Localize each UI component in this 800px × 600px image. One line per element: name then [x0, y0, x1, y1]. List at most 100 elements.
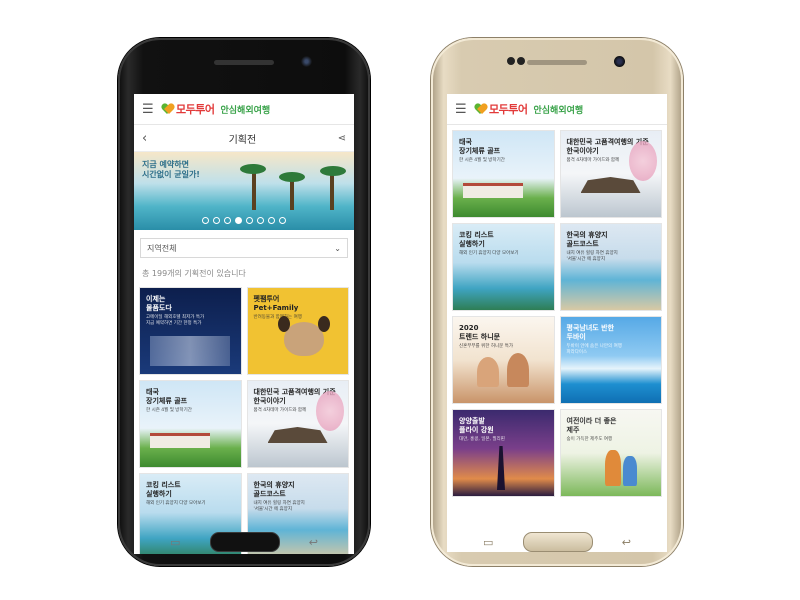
back-nav-icon[interactable]: ↩: [309, 536, 318, 549]
carousel-dot[interactable]: [224, 217, 231, 224]
card-subtitle: 품격 4차테마 가이드와 함께: [566, 158, 620, 163]
card-subtitle: 품격 4차테마 가이드와 함께: [253, 408, 307, 413]
banner-text: 지금 예약하면 시간없이 균일가!: [142, 160, 200, 179]
people-image: [507, 353, 529, 387]
logo-text: 모두투어: [176, 103, 215, 116]
app-header: ☰ 모두투어 안심해외여행: [134, 94, 354, 125]
palace-roof-image: [580, 177, 641, 193]
exhibition-card[interactable]: 2020 트렌드 하니문 신혼부부를 위한 허니문 특가: [452, 316, 555, 404]
recent-apps-icon[interactable]: ▭: [170, 536, 180, 549]
exhibition-card[interactable]: 양양출발 플라이 강원 대만, 홍콩, 일본, 필리핀: [452, 409, 555, 497]
exhibition-card[interactable]: 태국 장기체류 골프 한 시즌 4월 및 방학기간: [139, 380, 242, 468]
exhibition-card[interactable]: 대한민국 고품격여행의 기준 한국이야기 품격 4차테마 가이드와 함께: [246, 380, 349, 468]
exhibition-card[interactable]: 대한민국 고품격여행의 기준 한국이야기 품격 4차테마 가이드와 함께: [559, 130, 662, 218]
recent-apps-icon[interactable]: ▭: [483, 536, 493, 549]
card-title: 2020 트렌드 하니문: [459, 324, 501, 341]
safe-travel-link[interactable]: 안심해외여행: [533, 103, 583, 116]
back-nav-icon[interactable]: ↩: [622, 536, 631, 549]
people-image: [477, 357, 499, 387]
safe-travel-link[interactable]: 안심해외여행: [220, 103, 270, 116]
page-title: 기획전: [228, 134, 257, 146]
hamburger-menu-icon[interactable]: ☰: [455, 102, 469, 117]
family-image: [604, 450, 621, 486]
resort-building-image: [150, 433, 210, 448]
exhibition-card[interactable]: 여전이라 더 좋은 제주 숲이 가득한 제주도 여행: [559, 409, 662, 497]
tower-image: [497, 446, 505, 490]
card-title: 여전이라 더 좋은 제주: [566, 417, 617, 434]
card-subtitle: 한 시즌 4월 및 방학기간: [146, 408, 192, 413]
region-select-value: 지역전체: [147, 243, 177, 253]
palm-leaf: [240, 164, 266, 174]
card-subtitle: 두바이 안에 숨은 나만의 여행 파라다이스: [566, 344, 622, 355]
exhibition-grid: 태국 장기체류 골프 한 시즌 4월 및 방학기간 대한민국 고품격여행의 기준…: [447, 125, 667, 497]
resort-building-image: [463, 183, 523, 198]
back-arrow-icon[interactable]: ‹: [142, 131, 147, 146]
cherry-blossom-image: [316, 391, 344, 431]
palm-tree: [252, 170, 256, 210]
proximity-sensor: [517, 57, 525, 65]
exhibition-grid: 이제는 물품도다 고메이딜 해외호텔 최저가 특가 지금 예약하면 기간 한정 …: [134, 287, 354, 554]
home-button[interactable]: [210, 532, 280, 552]
card-title: 한국의 휴양지 골드코스트: [566, 231, 608, 248]
carousel-dot[interactable]: [257, 217, 264, 224]
exhibition-card[interactable]: 펫팸투어 Pet+Family 반려동물과 함께하는 여행: [246, 287, 349, 375]
card-title: 코킹 리스트 실행하기: [459, 231, 494, 248]
app-header: ☰ 모두투어 안심해외여행: [447, 94, 667, 125]
card-subtitle: 신혼부부를 위한 허니문 특가: [459, 344, 513, 349]
carousel-dot[interactable]: [202, 217, 209, 224]
family-image: [622, 456, 637, 486]
region-select[interactable]: 지역전체 ⌄: [140, 238, 348, 258]
exhibition-card[interactable]: 이제는 물품도다 고메이딜 해외호텔 최저가 특가 지금 예약하면 기간 한정 …: [139, 287, 242, 375]
card-subtitle: 해외 인기 휴양지 다양 모아보기: [459, 251, 519, 256]
card-subtitle: 한 시즌 4월 및 방학기간: [459, 158, 505, 163]
palm-tree: [330, 172, 334, 210]
card-title: 태국 장기체류 골프: [459, 138, 501, 155]
card-title: 한국의 휴양지 골드코스트: [253, 481, 295, 498]
card-subtitle: 대만, 홍콩, 일본, 필리핀: [459, 437, 505, 442]
exhibition-card[interactable]: 한국의 휴양지 골드코스트 내지 여유 힐링 자연 휴양지 '서울'시간 에 휴…: [559, 223, 662, 311]
proximity-sensor: [507, 57, 515, 65]
home-button[interactable]: [523, 532, 593, 552]
exhibition-card[interactable]: 태국 장기체류 골프 한 시즌 4월 및 방학기간: [452, 130, 555, 218]
card-subtitle: 해외 인기 휴양지 다양 모아보기: [146, 501, 206, 506]
cherry-blossom-image: [629, 141, 657, 181]
promo-banner[interactable]: 지금 예약하면 시간없이 균일가!: [134, 152, 354, 230]
card-title: 코킹 리스트 실행하기: [146, 481, 181, 498]
city-lights-image: [150, 336, 230, 366]
chevron-down-icon: ⌄: [334, 243, 341, 253]
heart-logo-icon: [475, 104, 487, 115]
dog-ear-image: [317, 316, 330, 332]
phone-left: ☰ 모두투어 안심해외여행 ‹ 기획전 ⋖ 지금 예약하면 시간없이 균일가!: [118, 38, 370, 566]
carousel-dot[interactable]: [268, 217, 275, 224]
banner-line-1: 지금 예약하면: [142, 160, 189, 169]
page-subbar: ‹ 기획전 ⋖: [134, 125, 354, 152]
hamburger-menu-icon[interactable]: ☰: [142, 102, 156, 117]
brand-logo[interactable]: 모두투어: [475, 101, 528, 117]
screen-left: ☰ 모두투어 안심해외여행 ‹ 기획전 ⋖ 지금 예약하면 시간없이 균일가!: [134, 94, 354, 554]
card-title: 이제는 물품도다: [146, 295, 172, 312]
carousel-dot[interactable]: [213, 217, 220, 224]
carousel-dot[interactable]: [279, 217, 286, 224]
carousel-dot-active[interactable]: [235, 217, 242, 224]
card-title: 양양출발 플라이 강원: [459, 417, 494, 434]
phone-right: ☰ 모두투어 안심해외여행 태국 장기체류 골프 한 시즌 4월 및 방학기간 …: [431, 38, 683, 566]
card-title: 평국남녀도 반한 두바이: [566, 324, 615, 341]
heart-logo-icon: [162, 104, 174, 115]
card-subtitle: 숲이 가득한 제주도 여행: [566, 437, 613, 442]
card-subtitle: 고메이딜 해외호텔 최저가 특가 지금 예약하면 기간 한정 특가: [146, 315, 205, 326]
exhibition-card[interactable]: 코킹 리스트 실행하기 해외 인기 휴양지 다양 모아보기: [452, 223, 555, 311]
palace-roof-image: [267, 427, 328, 443]
card-subtitle: 내지 여유 힐링 자연 휴양지 '서울'시간 에 휴양지: [253, 501, 305, 512]
carousel-dot[interactable]: [246, 217, 253, 224]
card-title: 펫팸투어 Pet+Family: [253, 295, 299, 312]
speaker-grille: [214, 60, 274, 65]
exhibition-card[interactable]: 평국남녀도 반한 두바이 두바이 안에 숨은 나만의 여행 파라다이스: [559, 316, 662, 404]
dog-ear-image: [277, 316, 290, 332]
card-subtitle: 내지 여유 힐링 자연 휴양지 '서울'시간 에 휴양지: [566, 251, 618, 262]
front-camera: [614, 56, 625, 67]
carousel-dots[interactable]: [134, 217, 354, 224]
brand-logo[interactable]: 모두투어: [162, 101, 215, 117]
share-icon[interactable]: ⋖: [338, 133, 346, 144]
card-title: 태국 장기체류 골프: [146, 388, 188, 405]
speaker-grille: [527, 60, 587, 65]
